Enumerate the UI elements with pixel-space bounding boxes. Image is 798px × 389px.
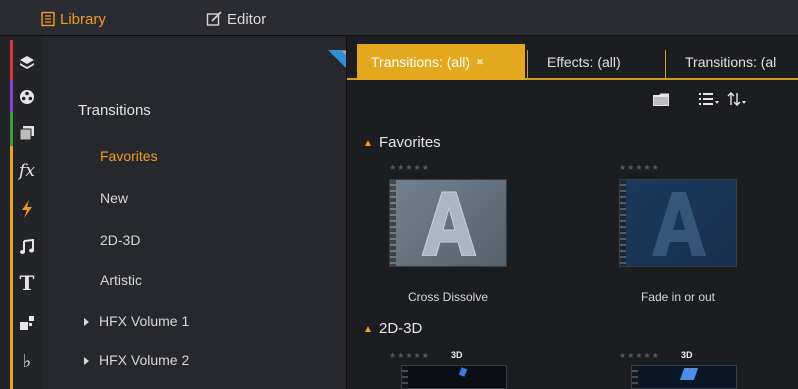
shape-graphic <box>679 368 699 380</box>
tab-divider <box>527 50 528 80</box>
category-item-2d-3d[interactable]: 2D-3D <box>100 232 140 248</box>
browser-content: Transitions: (all) ✖ Effects: (all) Tran… <box>346 36 798 389</box>
tab-label: Transitions: (al <box>685 54 777 70</box>
sound-icon[interactable]: ♭ <box>16 350 38 372</box>
collapse-arrow-icon[interactable] <box>365 326 371 333</box>
top-bar: Library Editor <box>0 0 798 36</box>
tab-transitions-all[interactable]: Transitions: (all) ✖ <box>357 44 525 80</box>
library-tab[interactable]: Library <box>40 8 106 30</box>
3d-badge: 3D <box>451 350 463 360</box>
category-item-hfx-volume-1[interactable]: HFX Volume 1 <box>84 313 189 329</box>
rating-stars[interactable]: ★★★★★ <box>389 351 430 360</box>
category-item-label: HFX Volume 2 <box>99 352 190 368</box>
tab-label: Transitions: (all) <box>371 54 471 70</box>
library-tab-label: Library <box>60 10 106 28</box>
lightning-icon[interactable] <box>16 198 38 220</box>
thumbnail-2d-3d-1[interactable] <box>401 365 507 389</box>
montage-icon[interactable] <box>16 312 38 334</box>
rating-stars[interactable]: ★★★★★ <box>619 163 660 172</box>
rail-color-stripe <box>10 40 13 80</box>
section-favorites[interactable]: Favorites <box>365 134 441 151</box>
title-icon[interactable]: T <box>16 271 38 295</box>
section-title: Favorites <box>379 134 441 151</box>
letter-a-graphic <box>652 190 706 256</box>
thumbnail-label: Cross Dissolve <box>407 290 488 304</box>
project-bin-icon[interactable] <box>16 52 38 74</box>
folder-icon[interactable] <box>653 90 669 108</box>
rail-color-stripe <box>10 112 13 146</box>
filter-tab-bar: Transitions: (all) ✖ Effects: (all) Tran… <box>347 44 798 80</box>
rail-color-stripe <box>10 146 13 389</box>
music-note-icon[interactable] <box>16 236 38 258</box>
editor-tab-label: Editor <box>227 10 267 28</box>
thumbnail-label: Fade in or out <box>640 290 716 304</box>
sort-icon[interactable] <box>727 90 747 108</box>
section-title: 2D-3D <box>379 320 423 337</box>
particle-graphic <box>458 367 468 377</box>
reel-icon[interactable] <box>16 86 38 108</box>
tab-divider <box>665 50 666 80</box>
library-icon-rail: fx T ♭ <box>0 36 42 389</box>
collapse-arrow-icon[interactable] <box>365 140 371 147</box>
editor-icon <box>206 11 222 26</box>
filmstrip-edge <box>620 180 626 266</box>
category-item-hfx-volume-2[interactable]: HFX Volume 2 <box>84 352 189 368</box>
category-item-new[interactable]: New <box>100 190 128 206</box>
expand-arrow-icon[interactable] <box>84 318 89 327</box>
category-item-artistic[interactable]: Artistic <box>100 272 142 288</box>
thumbnail-fade-in-or-out[interactable] <box>619 179 737 267</box>
category-panel: Transitions Favorites New 2D-3D Artistic… <box>42 36 356 389</box>
filmstrip-edge <box>632 366 638 388</box>
3d-badge: 3D <box>681 350 693 360</box>
library-icon <box>41 11 55 27</box>
rail-color-stripe <box>10 80 13 112</box>
category-item-label: HFX Volume 1 <box>99 313 190 329</box>
letter-a-graphic <box>421 190 477 257</box>
tab-effects-all[interactable]: Effects: (all) <box>533 44 635 80</box>
list-view-icon[interactable] <box>699 90 719 108</box>
expand-arrow-icon[interactable] <box>84 357 89 366</box>
filmstrip-edge <box>390 180 396 266</box>
rating-stars[interactable]: ★★★★★ <box>389 163 430 172</box>
fx-icon[interactable]: fx <box>16 160 38 182</box>
editor-tab[interactable]: Editor <box>206 8 266 30</box>
category-item-favorites[interactable]: Favorites <box>100 148 158 164</box>
rating-stars[interactable]: ★★★★★ <box>619 351 660 360</box>
collections-icon[interactable] <box>16 122 38 144</box>
thumbnail-2d-3d-2[interactable] <box>631 365 737 389</box>
filmstrip-edge <box>402 366 408 388</box>
category-heading: Transitions <box>78 102 151 119</box>
thumbnail-cross-dissolve[interactable] <box>389 179 507 267</box>
close-icon[interactable]: ✖ <box>476 57 484 68</box>
section-2d-3d[interactable]: 2D-3D <box>365 320 422 337</box>
tab-transitions-all-2[interactable]: Transitions: (al <box>671 44 790 80</box>
tab-label: Effects: (all) <box>547 54 621 70</box>
